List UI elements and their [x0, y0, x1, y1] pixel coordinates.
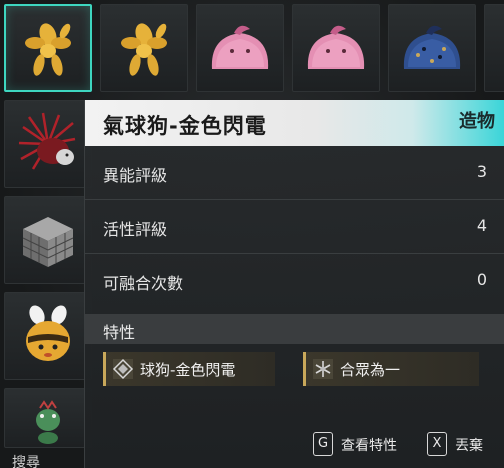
inventory-slot-metal-cube[interactable]	[4, 196, 92, 284]
inventory-slot-pink-blob-2[interactable]	[292, 4, 380, 92]
metal-cube-icon	[22, 217, 74, 267]
hint-label: 查看特性	[341, 438, 397, 454]
trait-label: 球狗-金色閃電	[140, 361, 236, 379]
tooltip-header: 氣球狗-金色閃電 造物	[85, 100, 504, 146]
stat-value: 0	[476, 270, 487, 289]
inventory-screen: 搜尋 氣球狗-金色閃電 造物 異能評級 3 活性評級 4 可融合次數 0 特性	[0, 0, 504, 468]
balloon-dog-icon	[121, 23, 167, 76]
stat-row-activity: 活性評級 4	[85, 200, 504, 254]
trait-label: 合眾為一	[340, 361, 401, 379]
inventory-slot-balloon-dog-gold[interactable]	[4, 4, 92, 92]
stat-label: 活性評級	[103, 220, 168, 239]
stat-value: 4	[476, 216, 487, 235]
inventory-slot-green-creature[interactable]	[4, 388, 92, 448]
balloon-dog-icon	[25, 23, 71, 76]
inventory-slot-bee-plush[interactable]	[4, 292, 92, 380]
diamond-icon	[112, 358, 134, 380]
hint-discard[interactable]: X 丟棄	[427, 432, 501, 458]
item-title: 氣球狗-金色閃電	[103, 114, 267, 138]
traits-heading-label: 特性	[103, 323, 136, 342]
hint-label: 丟棄	[455, 438, 483, 454]
inventory-slot-partial[interactable]	[484, 4, 504, 92]
item-tooltip: 氣球狗-金色閃電 造物 異能評級 3 活性評級 4 可融合次數 0 特性 球狗-…	[84, 100, 504, 468]
inventory-slot-blue-blob[interactable]	[388, 4, 476, 92]
stat-value: 3	[476, 162, 487, 181]
stat-row-fusion-count: 可融合次數 0	[85, 254, 504, 308]
inventory-slot-balloon-dog-gold-2[interactable]	[100, 4, 188, 92]
inventory-slot-pink-blob-1[interactable]	[196, 4, 284, 92]
key-x: X	[427, 432, 447, 456]
blue-blob-icon	[403, 25, 461, 69]
trait-chip-unity[interactable]: 合眾為一	[303, 352, 479, 386]
red-hedgehog-icon	[18, 112, 76, 170]
pink-blob-icon	[307, 25, 365, 69]
bee-plush-icon	[26, 305, 70, 361]
pink-blob-icon	[211, 25, 269, 69]
traits-heading: 特性	[85, 314, 504, 344]
hint-view-traits[interactable]: G 查看特性	[313, 432, 413, 458]
stat-label: 可融合次數	[103, 274, 184, 293]
stat-row-ability: 異能評級 3	[85, 146, 504, 200]
stat-label: 異能評級	[103, 166, 168, 185]
item-category-tag: 造物	[459, 111, 495, 132]
key-g: G	[313, 432, 333, 456]
snowflake-icon	[313, 359, 333, 379]
inventory-slot-red-hedgehog[interactable]	[4, 100, 92, 188]
search-label[interactable]: 搜尋	[12, 452, 40, 468]
trait-chip-balloon-dog[interactable]: 球狗-金色閃電	[103, 352, 275, 386]
green-creature-icon	[36, 400, 60, 444]
